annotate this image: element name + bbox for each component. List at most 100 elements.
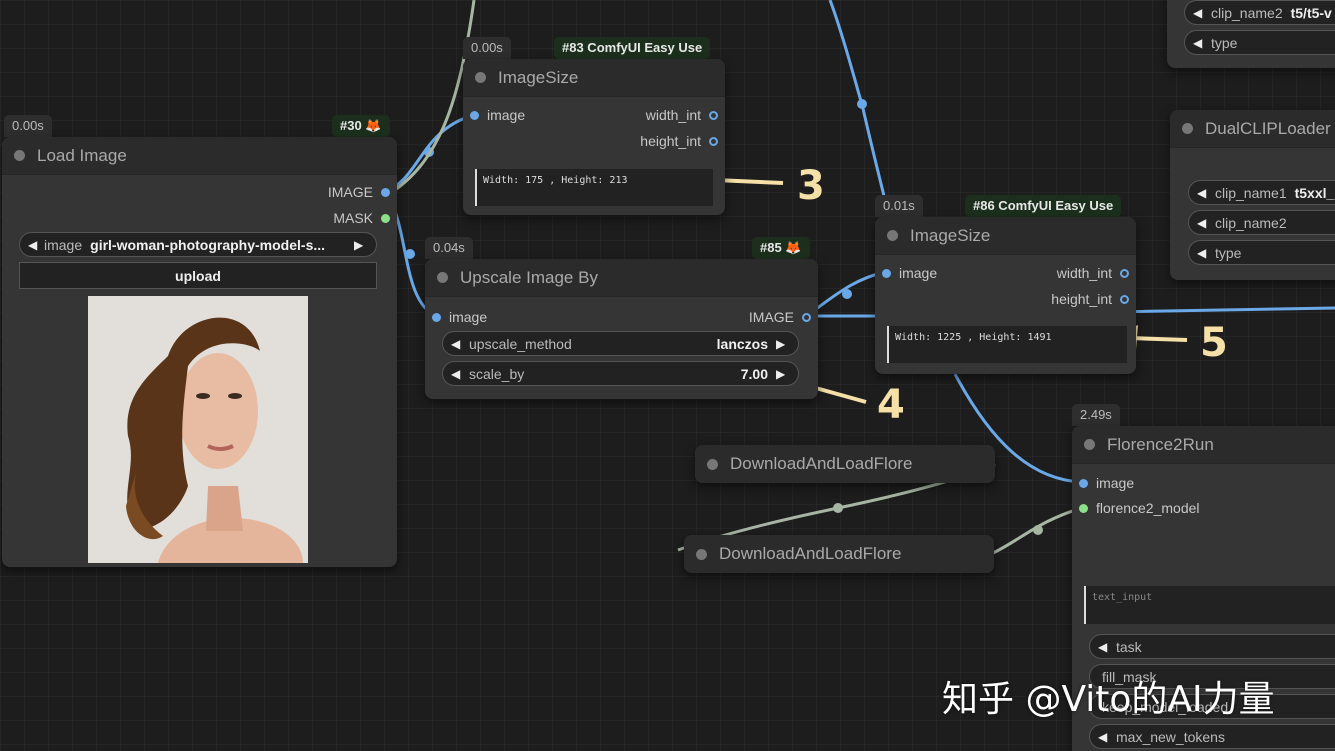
node-title-bar[interactable]: DualCLIPLoader <box>1170 110 1335 148</box>
collapse-dot[interactable] <box>707 458 718 470</box>
node-title-bar[interactable]: DownloadAndLoadFlore <box>695 445 995 483</box>
output-mask[interactable]: MASK <box>333 210 390 226</box>
fox-icon: 🦊 <box>785 240 802 255</box>
input-florence2-model[interactable]: florence2_model <box>1079 500 1200 516</box>
output-image[interactable]: IMAGE <box>328 184 390 200</box>
output-width[interactable]: width_int <box>646 107 718 123</box>
widget-label: type <box>1215 244 1242 261</box>
node-title-bar[interactable]: DownloadAndLoadFlore <box>684 535 994 573</box>
left-arrow-icon[interactable]: ◀ <box>1193 6 1207 20</box>
right-arrow-icon[interactable]: ▶ <box>776 337 790 351</box>
upscale-method-widget[interactable]: ◀ upscale_method lanczos ▶ <box>442 331 799 356</box>
slot-dot[interactable] <box>470 110 479 120</box>
node-id-badge: #86 ComfyUI Easy Use <box>965 195 1122 217</box>
clip-name2-widget[interactable]: ◀ clip_name2 t5/t5-v <box>1184 0 1335 25</box>
upscale-image-by-node[interactable]: Upscale Image By image IMAGE ◀ upscale_m… <box>425 259 818 399</box>
slot-dot[interactable] <box>882 268 891 278</box>
node-title: DownloadAndLoadFlore <box>730 454 913 473</box>
input-image[interactable]: image <box>882 265 937 281</box>
slot-dot[interactable] <box>709 136 718 146</box>
max-new-tokens-widget[interactable]: ◀ max_new_tokens <box>1089 724 1335 749</box>
execution-time-badge: 0.04s <box>425 237 473 259</box>
execution-time-badge: 2.49s <box>1072 404 1120 426</box>
upload-button[interactable]: upload <box>19 262 377 289</box>
widget-label: clip_name1 <box>1215 184 1287 201</box>
left-arrow-icon[interactable]: ◀ <box>1098 730 1112 744</box>
output-image[interactable]: IMAGE <box>749 309 811 325</box>
left-arrow-icon[interactable]: ◀ <box>1098 640 1112 654</box>
task-widget[interactable]: ◀ task <box>1089 634 1335 659</box>
clip-name1-widget[interactable]: ◀ clip_name1 t5xxl_ <box>1188 180 1335 205</box>
left-arrow-icon[interactable]: ◀ <box>1193 36 1207 50</box>
slot-dot[interactable] <box>432 312 441 322</box>
slot-dot[interactable] <box>1079 503 1088 513</box>
collapse-dot[interactable] <box>696 548 707 560</box>
node-title-bar[interactable]: ImageSize <box>875 217 1136 255</box>
node-title: Florence2Run <box>1107 434 1214 454</box>
wire-reroute-dot <box>842 289 852 299</box>
node-title-bar[interactable]: Florence2Run <box>1072 426 1335 464</box>
slot-label: image <box>449 309 488 325</box>
node-title-bar[interactable]: ImageSize <box>463 59 725 97</box>
arrow-3 <box>714 178 784 185</box>
right-arrow-icon[interactable]: ▶ <box>354 238 368 252</box>
right-arrow-icon[interactable]: ▶ <box>776 367 790 381</box>
left-arrow-icon[interactable]: ◀ <box>1197 216 1211 230</box>
node-title-bar[interactable]: Load Image <box>2 137 397 175</box>
size-output-text[interactable]: Width: 175 , Height: 213 <box>475 169 713 206</box>
widget-label: clip_name2 <box>1215 214 1287 231</box>
node-title: Upscale Image By <box>460 267 598 287</box>
input-image[interactable]: image <box>1079 475 1134 491</box>
collapse-dot[interactable] <box>14 150 25 161</box>
slot-dot[interactable] <box>1120 268 1129 278</box>
output-width[interactable]: width_int <box>1057 265 1129 281</box>
input-image[interactable]: image <box>470 107 525 123</box>
slot-label: MASK <box>333 210 373 226</box>
imagesize-83-node[interactable]: ImageSize image width_int height_int Wid… <box>463 59 725 215</box>
slot-dot[interactable] <box>1079 478 1088 488</box>
execution-time-badge: 0.01s <box>875 195 923 217</box>
slot-dot[interactable] <box>802 312 811 322</box>
imagesize-86-node[interactable]: ImageSize image width_int height_int Wid… <box>875 217 1136 374</box>
clip-loader-top-node[interactable]: ◀ clip_name2 t5/t5-v ◀ type <box>1167 0 1335 68</box>
annotation-marker-4: 4 <box>877 382 905 428</box>
node-title-bar[interactable]: Upscale Image By <box>425 259 818 297</box>
type-widget[interactable]: ◀ type <box>1188 240 1335 265</box>
slot-dot[interactable] <box>709 110 718 120</box>
execution-time-badge: 0.00s <box>4 115 52 137</box>
collapse-dot[interactable] <box>1084 439 1095 450</box>
slot-dot[interactable] <box>381 187 390 197</box>
widget-label: image <box>44 236 83 253</box>
wire-reroute-dot <box>405 249 415 259</box>
widget-label: clip_name2 <box>1211 4 1283 21</box>
left-arrow-icon[interactable]: ◀ <box>28 238 42 252</box>
output-height[interactable]: height_int <box>640 133 718 149</box>
node-title: DualCLIPLoader <box>1205 118 1331 138</box>
slot-dot[interactable] <box>381 213 390 223</box>
left-arrow-icon[interactable]: ◀ <box>1197 246 1211 260</box>
left-arrow-icon[interactable]: ◀ <box>451 367 465 381</box>
load-image-node[interactable]: Load Image IMAGE MASK ◀ image girl-woman… <box>2 137 397 567</box>
image-combo-widget[interactable]: ◀ image girl-woman-photography-model-s..… <box>19 232 377 257</box>
download-florence-node-1[interactable]: DownloadAndLoadFlore <box>695 445 995 483</box>
node-title: Load Image <box>37 145 127 165</box>
size-output-text[interactable]: Width: 1225 , Height: 1491 <box>887 326 1127 363</box>
left-arrow-icon[interactable]: ◀ <box>451 337 465 351</box>
input-image[interactable]: image <box>432 309 487 325</box>
slot-dot[interactable] <box>1120 294 1129 304</box>
text-input-field[interactable]: text_input <box>1084 586 1335 624</box>
clip-name2-widget[interactable]: ◀ clip_name2 <box>1188 210 1335 235</box>
dual-clip-loader-node[interactable]: DualCLIPLoader ◀ clip_name1 t5xxl_ ◀ cli… <box>1170 110 1335 280</box>
fox-icon: 🦊 <box>365 118 382 133</box>
upload-label: upload <box>175 267 221 284</box>
collapse-dot[interactable] <box>887 230 898 241</box>
wire-gray-up <box>391 0 476 194</box>
collapse-dot[interactable] <box>437 272 448 283</box>
scale-by-widget[interactable]: ◀ scale_by 7.00 ▶ <box>442 361 799 386</box>
download-florence-node-2[interactable]: DownloadAndLoadFlore <box>684 535 994 573</box>
type-widget[interactable]: ◀ type <box>1184 30 1335 55</box>
output-height[interactable]: height_int <box>1051 291 1129 307</box>
left-arrow-icon[interactable]: ◀ <box>1197 186 1211 200</box>
collapse-dot[interactable] <box>1182 123 1193 134</box>
collapse-dot[interactable] <box>475 72 486 83</box>
